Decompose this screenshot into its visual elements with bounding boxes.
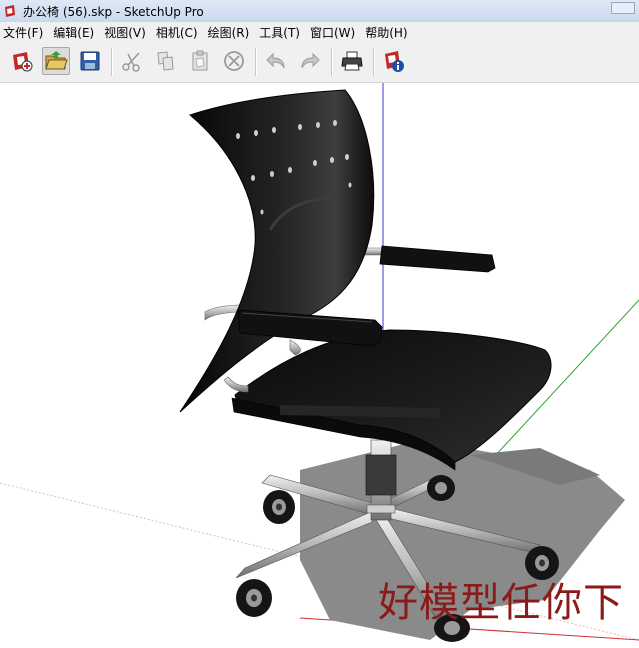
title-bar: 办公椅 (56).skp - SketchUp Pro bbox=[0, 0, 639, 23]
standard-toolbar bbox=[0, 42, 639, 83]
erase-icon bbox=[224, 51, 244, 71]
window-title: 办公椅 (56).skp - SketchUp Pro bbox=[23, 4, 204, 19]
toolbar-separator bbox=[331, 48, 333, 76]
menu-edit[interactable]: 编辑(E) bbox=[50, 24, 98, 41]
toolbar-separator bbox=[255, 48, 257, 76]
undo-icon bbox=[266, 52, 285, 69]
chair-model bbox=[0, 83, 639, 642]
open-button[interactable] bbox=[42, 47, 70, 75]
cut-icon bbox=[122, 52, 140, 72]
copy-button[interactable] bbox=[152, 47, 180, 75]
undo-button[interactable] bbox=[262, 47, 290, 75]
menu-window[interactable]: 窗口(W) bbox=[307, 24, 359, 41]
armrest-pad-right bbox=[379, 245, 496, 273]
watermark-text: 好模型任你下 bbox=[378, 580, 624, 626]
new-file-icon bbox=[13, 52, 33, 72]
save-icon bbox=[80, 51, 100, 71]
model-info-button[interactable] bbox=[380, 47, 408, 75]
print-button[interactable] bbox=[338, 47, 366, 75]
toolbar-separator bbox=[373, 48, 375, 76]
paste-button[interactable] bbox=[186, 47, 214, 75]
menu-help[interactable]: 帮助(H) bbox=[362, 24, 411, 41]
model-viewport[interactable] bbox=[0, 83, 639, 648]
save-button[interactable] bbox=[76, 47, 104, 75]
sketchup-app-icon bbox=[5, 5, 15, 17]
paste-icon bbox=[192, 50, 208, 71]
caster-wheel bbox=[263, 490, 295, 524]
copy-icon bbox=[157, 51, 174, 71]
caster-wheel bbox=[236, 579, 272, 617]
caster-wheel bbox=[427, 475, 455, 501]
open-folder-icon bbox=[45, 51, 68, 70]
redo-icon bbox=[301, 52, 320, 69]
print-icon bbox=[341, 51, 363, 71]
menu-tools[interactable]: 工具(T) bbox=[256, 24, 304, 41]
window-controls[interactable] bbox=[611, 2, 635, 14]
menu-view[interactable]: 视图(V) bbox=[101, 24, 150, 41]
new-button[interactable] bbox=[8, 47, 36, 75]
model-info-icon bbox=[385, 51, 404, 72]
menu-bar: 文件(F) 编辑(E) 视图(V) 相机(C) 绘图(R) 工具(T) 窗口(W… bbox=[0, 22, 639, 42]
menu-camera[interactable]: 相机(C) bbox=[153, 24, 202, 41]
menu-draw[interactable]: 绘图(R) bbox=[205, 24, 254, 41]
cut-button[interactable] bbox=[118, 47, 146, 75]
redo-button[interactable] bbox=[296, 47, 324, 75]
erase-button[interactable] bbox=[220, 47, 248, 75]
menu-file[interactable]: 文件(F) bbox=[0, 24, 47, 41]
toolbar-separator bbox=[111, 48, 113, 76]
